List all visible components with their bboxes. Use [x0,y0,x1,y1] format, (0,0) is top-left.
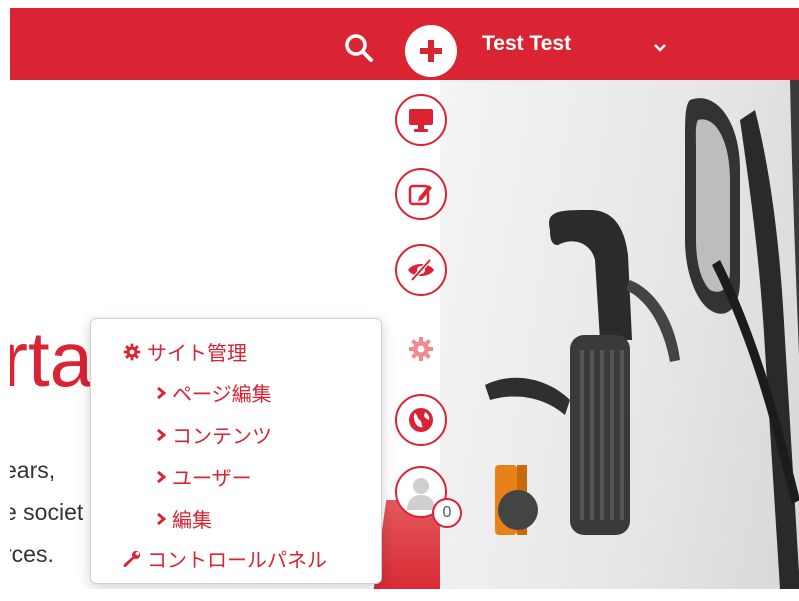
menu-item-label: サイト管理 [147,341,247,365]
hero-text-line-1: ears, [10,457,56,483]
notification-badge: 0 [432,498,462,528]
monitor-button[interactable] [395,94,447,146]
menu-item-label: ページ編集 [172,382,272,406]
wrench-icon [121,548,143,570]
plus-icon [420,40,442,62]
hero-text-line-3: rces. [10,541,54,567]
monitor-icon [409,109,433,132]
window-frame-left [0,0,10,601]
hero-text-line-2: e societ [10,499,84,525]
user-menu-toggle[interactable] [650,40,670,56]
menu-item-users[interactable]: ユーザー [153,462,252,491]
globe-button[interactable] [395,394,447,446]
menu-item-label: 編集 [172,508,212,532]
menu-item-page-edit[interactable]: ページ編集 [153,378,272,407]
preview-button[interactable] [395,244,447,296]
search-button[interactable] [339,28,379,68]
edit-button[interactable] [395,168,447,220]
window-frame-bottom [0,589,799,601]
chevron-down-icon [654,44,666,52]
settings-button[interactable] [405,333,437,365]
user-name[interactable]: Test Test [482,32,571,56]
add-button[interactable] [405,25,457,77]
chevron-right-icon [153,508,169,530]
menu-item-site-admin[interactable]: サイト管理 [121,337,247,366]
menu-item-label: ユーザー [172,466,252,490]
menu-item-label: コンテンツ [172,424,272,448]
chevron-right-icon [153,466,169,488]
chevron-right-icon [153,424,169,446]
eye-slash-icon [408,258,434,282]
chevron-right-icon [153,382,169,404]
gear-icon [121,341,143,363]
menu-item-label: コントロールパネル [147,548,327,572]
search-icon [345,34,373,62]
globe-icon [409,408,433,432]
top-navigation-bar: Test Test [10,8,799,80]
gear-icon [409,337,433,361]
menu-item-control-panel[interactable]: コントロールパネル [121,544,327,573]
site-admin-menu: サイト管理 ページ編集 コンテンツ ユーザー 編集 コントロールパネル [90,318,382,584]
menu-item-edit[interactable]: 編集 [153,504,212,533]
hero-image [440,80,799,589]
hero-title: rta [10,315,94,403]
edit-icon [408,184,432,206]
menu-item-contents[interactable]: コンテンツ [153,420,272,449]
